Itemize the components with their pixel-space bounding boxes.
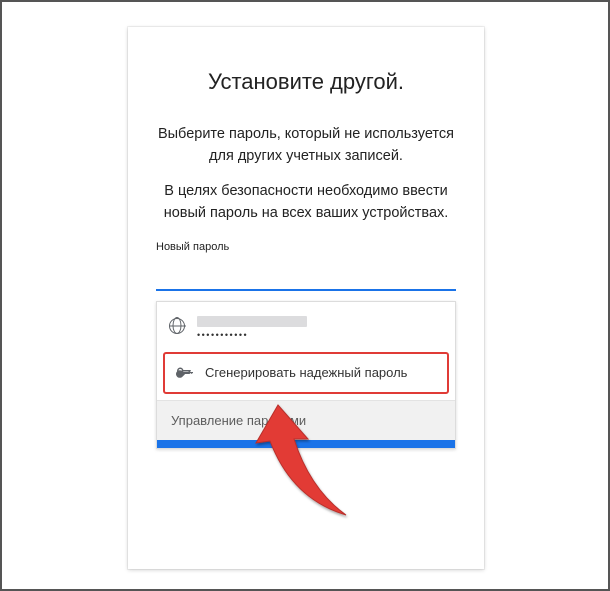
new-password-input[interactable] bbox=[156, 263, 456, 291]
generate-password-option[interactable]: Сгенерировать надежный пароль bbox=[163, 352, 449, 394]
password-suggestion-dropdown: ••••••••••• Сгенерировать надежный парол… bbox=[156, 301, 456, 449]
account-name-redacted bbox=[197, 316, 307, 327]
dropdown-bottom-accent bbox=[157, 440, 455, 448]
account-password-masked: ••••••••••• bbox=[197, 331, 307, 340]
manage-passwords-option[interactable]: Управление паролями bbox=[157, 400, 455, 440]
description-line-2: В целях безопасности необходимо ввести н… bbox=[156, 180, 456, 225]
globe-icon bbox=[169, 318, 185, 334]
password-dialog-card: Установите другой. Выберите пароль, кото… bbox=[128, 27, 484, 569]
description-line-1: Выберите пароль, который не используется… bbox=[156, 123, 456, 168]
page-title: Установите другой. bbox=[156, 69, 456, 95]
manage-passwords-label: Управление паролями bbox=[171, 413, 306, 428]
saved-account-row[interactable]: ••••••••••• bbox=[157, 302, 455, 350]
key-icon bbox=[175, 364, 193, 382]
new-password-label: Новый пароль bbox=[156, 241, 456, 253]
generate-password-label: Сгенерировать надежный пароль bbox=[205, 365, 407, 380]
